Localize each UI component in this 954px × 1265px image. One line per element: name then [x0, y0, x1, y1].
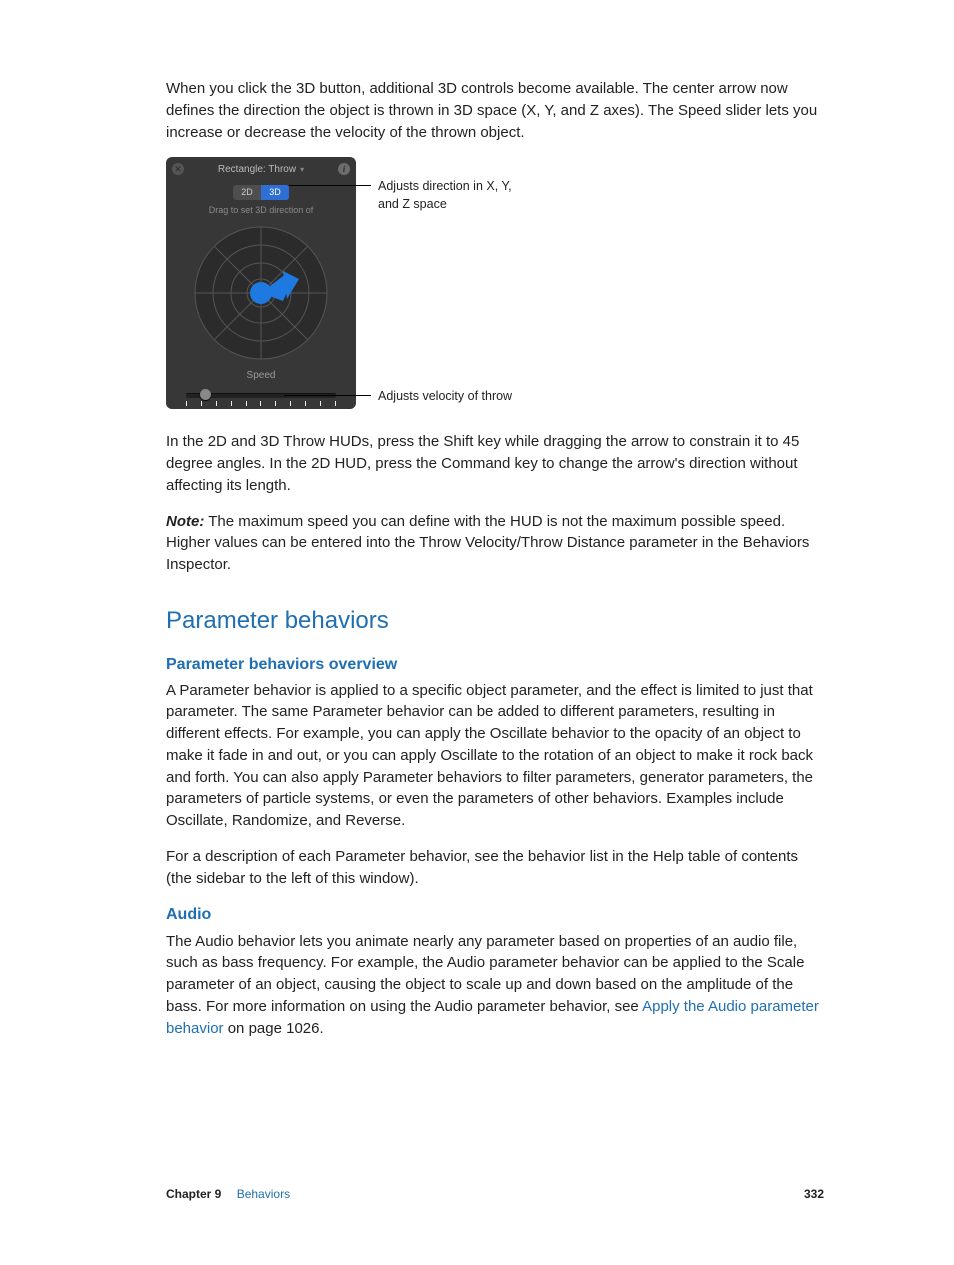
direction-dial[interactable] — [191, 223, 331, 363]
toggle-2d[interactable]: 2D — [233, 185, 261, 200]
speed-slider[interactable] — [186, 388, 336, 406]
close-icon[interactable]: ✕ — [172, 163, 184, 175]
hud-title: Rectangle: Throw▾ — [218, 163, 304, 178]
slider-thumb[interactable] — [200, 389, 211, 400]
note-label: Note: — [166, 513, 204, 530]
page-footer: Chapter 9 Behaviors 332 — [166, 1186, 824, 1203]
footer-section-link[interactable]: Behaviors — [237, 1187, 290, 1201]
hud-figure: ✕ Rectangle: Throw▾ i 2D 3D Drag to set … — [166, 157, 824, 409]
audio-heading: Audio — [166, 903, 824, 926]
chevron-down-icon[interactable]: ▾ — [300, 164, 304, 176]
toggle-3d[interactable]: 3D — [261, 185, 289, 200]
intro-paragraph: When you click the 3D button, additional… — [166, 78, 824, 143]
note-paragraph: Note: The maximum speed you can define w… — [166, 511, 824, 576]
footer-chapter: Chapter 9 — [166, 1187, 221, 1201]
overview-p2: For a description of each Parameter beha… — [166, 846, 824, 890]
hud-subtitle: Drag to set 3D direction of — [166, 204, 356, 217]
throw-hud-panel: ✕ Rectangle: Throw▾ i 2D 3D Drag to set … — [166, 157, 356, 409]
footer-page-number: 332 — [804, 1186, 824, 1203]
audio-paragraph: The Audio behavior lets you animate near… — [166, 931, 824, 1040]
section-heading: Parameter behaviors — [166, 604, 824, 639]
speed-label: Speed — [166, 369, 356, 384]
overview-p1: A Parameter behavior is applied to a spe… — [166, 680, 824, 832]
callout-velocity: Adjusts velocity of throw — [378, 387, 578, 405]
callout-direction: Adjusts direction in X, Y, and Z space — [378, 177, 526, 213]
shift-command-paragraph: In the 2D and 3D Throw HUDs, press the S… — [166, 431, 824, 496]
info-icon[interactable]: i — [338, 163, 350, 175]
overview-heading: Parameter behaviors overview — [166, 653, 824, 676]
dimension-toggle[interactable]: 2D 3D — [233, 185, 289, 200]
